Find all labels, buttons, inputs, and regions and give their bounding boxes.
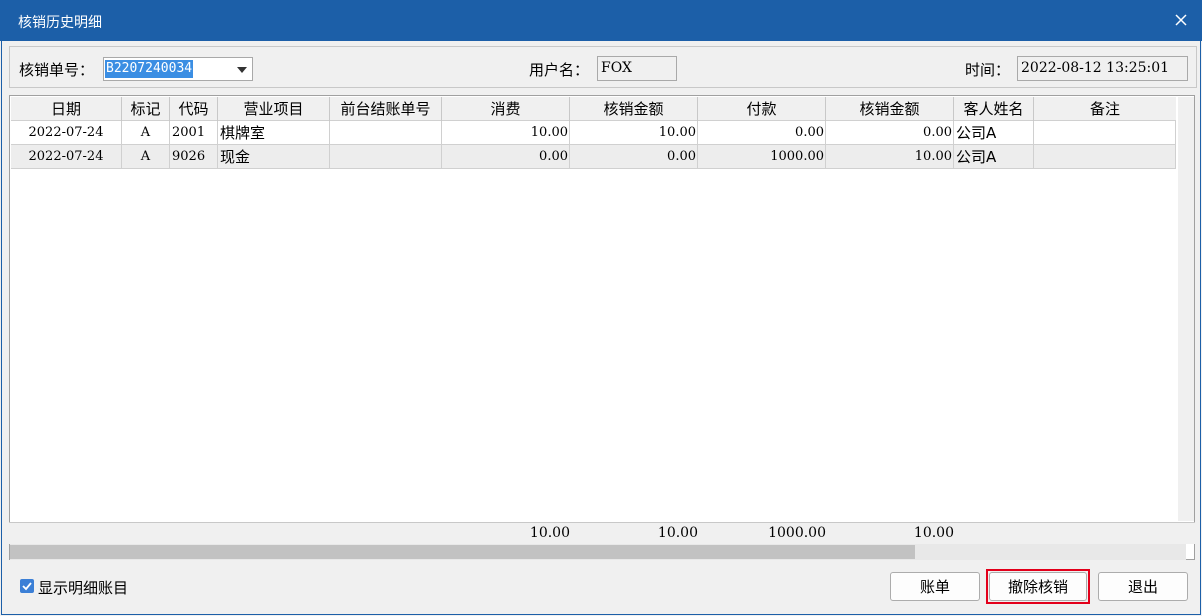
cell-guest: 公司A	[954, 121, 1034, 145]
total-writeoff: 10.00	[657, 525, 698, 541]
total-consume: 10.00	[529, 525, 570, 541]
cell-date: 2022-07-24	[11, 121, 122, 145]
dropdown-button[interactable]	[234, 62, 250, 78]
cell-code: 2001	[170, 121, 218, 145]
column-header-payment[interactable]: 付款	[698, 97, 826, 121]
cell-item: 棋牌室	[218, 121, 330, 145]
cell-front-bill	[330, 145, 442, 169]
user-name-label: 用户名：	[529, 61, 590, 79]
cell-consume: 0.00	[442, 145, 570, 169]
column-header-remark[interactable]: 备注	[1034, 97, 1176, 121]
cell-mark: A	[122, 121, 170, 145]
cell-writeoff-2: 10.00	[826, 145, 954, 169]
column-header-guest[interactable]: 客人姓名	[954, 97, 1034, 121]
cell-code: 9026	[170, 145, 218, 169]
order-number-value[interactable]: B2207240034	[105, 60, 194, 78]
user-name-field: FOX	[597, 56, 677, 81]
revoke-writeoff-button[interactable]: 撤除核销	[989, 572, 1087, 601]
column-header-item[interactable]: 营业项目	[218, 97, 330, 121]
total-payment: 1000.00	[768, 525, 826, 541]
cell-guest: 公司A	[954, 145, 1034, 169]
cell-front-bill	[330, 121, 442, 145]
window-title: 核销历史明细	[18, 15, 102, 31]
order-number-label: 核销单号：	[19, 61, 95, 79]
cell-date: 2022-07-24	[11, 145, 122, 169]
cell-remark	[1034, 121, 1176, 145]
show-detail-label[interactable]: 显示明细账目	[38, 577, 128, 598]
column-header-date[interactable]: 日期	[11, 97, 122, 121]
cell-writeoff: 0.00	[570, 145, 698, 169]
total-writeoff-2: 10.00	[913, 525, 954, 541]
writeoff-history-table[interactable]: 日期 标记 代码 营业项目 前台结账单号 消费 核销金额 付款 核销金额 客人姓…	[9, 95, 1195, 560]
cell-consume: 10.00	[442, 121, 570, 145]
exit-button[interactable]: 退出	[1098, 572, 1188, 601]
chevron-down-icon	[237, 67, 247, 73]
cell-payment: 0.00	[698, 121, 826, 145]
cell-payment: 1000.00	[698, 145, 826, 169]
column-header-consume[interactable]: 消费	[442, 97, 570, 121]
column-header-writeoff-2[interactable]: 核销金额	[826, 97, 954, 121]
bill-button[interactable]: 账单	[890, 572, 980, 601]
close-icon	[1175, 14, 1187, 26]
cell-writeoff: 10.00	[570, 121, 698, 145]
table-row[interactable]: 2022-07-24 A 9026 现金 0.00 0.00 1000.00 1…	[11, 145, 1176, 169]
vertical-scrollbar[interactable]	[1178, 97, 1194, 521]
close-button[interactable]	[1166, 4, 1196, 36]
table-header-row: 日期 标记 代码 营业项目 前台结账单号 消费 核销金额 付款 核销金额 客人姓…	[11, 97, 1176, 121]
order-number-combo[interactable]: B2207240034	[103, 57, 253, 81]
column-header-front-bill[interactable]: 前台结账单号	[330, 97, 442, 121]
column-header-mark[interactable]: 标记	[122, 97, 170, 121]
cell-item: 现金	[218, 145, 330, 169]
dialog-body: 核销单号： B2207240034 用户名： FOX 时间： 2022-08-1…	[1, 41, 1201, 615]
time-field: 2022-08-12 13:25:01	[1017, 56, 1188, 81]
horizontal-scrollbar[interactable]	[10, 544, 1186, 560]
horizontal-scrollbar-thumb[interactable]	[10, 545, 915, 559]
cell-remark	[1034, 145, 1176, 169]
checkmark-icon	[22, 582, 32, 591]
cell-writeoff-2: 0.00	[826, 121, 954, 145]
time-label: 时间：	[965, 61, 1011, 79]
totals-row: 10.00 10.00 1000.00 10.00	[9, 522, 1195, 544]
header-panel: 核销单号： B2207240034 用户名： FOX 时间： 2022-08-1…	[9, 46, 1197, 88]
table-row[interactable]: 2022-07-24 A 2001 棋牌室 10.00 10.00 0.00 0…	[11, 121, 1176, 145]
column-header-code[interactable]: 代码	[170, 97, 218, 121]
title-bar: 核销历史明细	[0, 0, 1202, 41]
cell-mark: A	[122, 145, 170, 169]
column-header-writeoff[interactable]: 核销金额	[570, 97, 698, 121]
show-detail-checkbox[interactable]	[20, 579, 34, 593]
